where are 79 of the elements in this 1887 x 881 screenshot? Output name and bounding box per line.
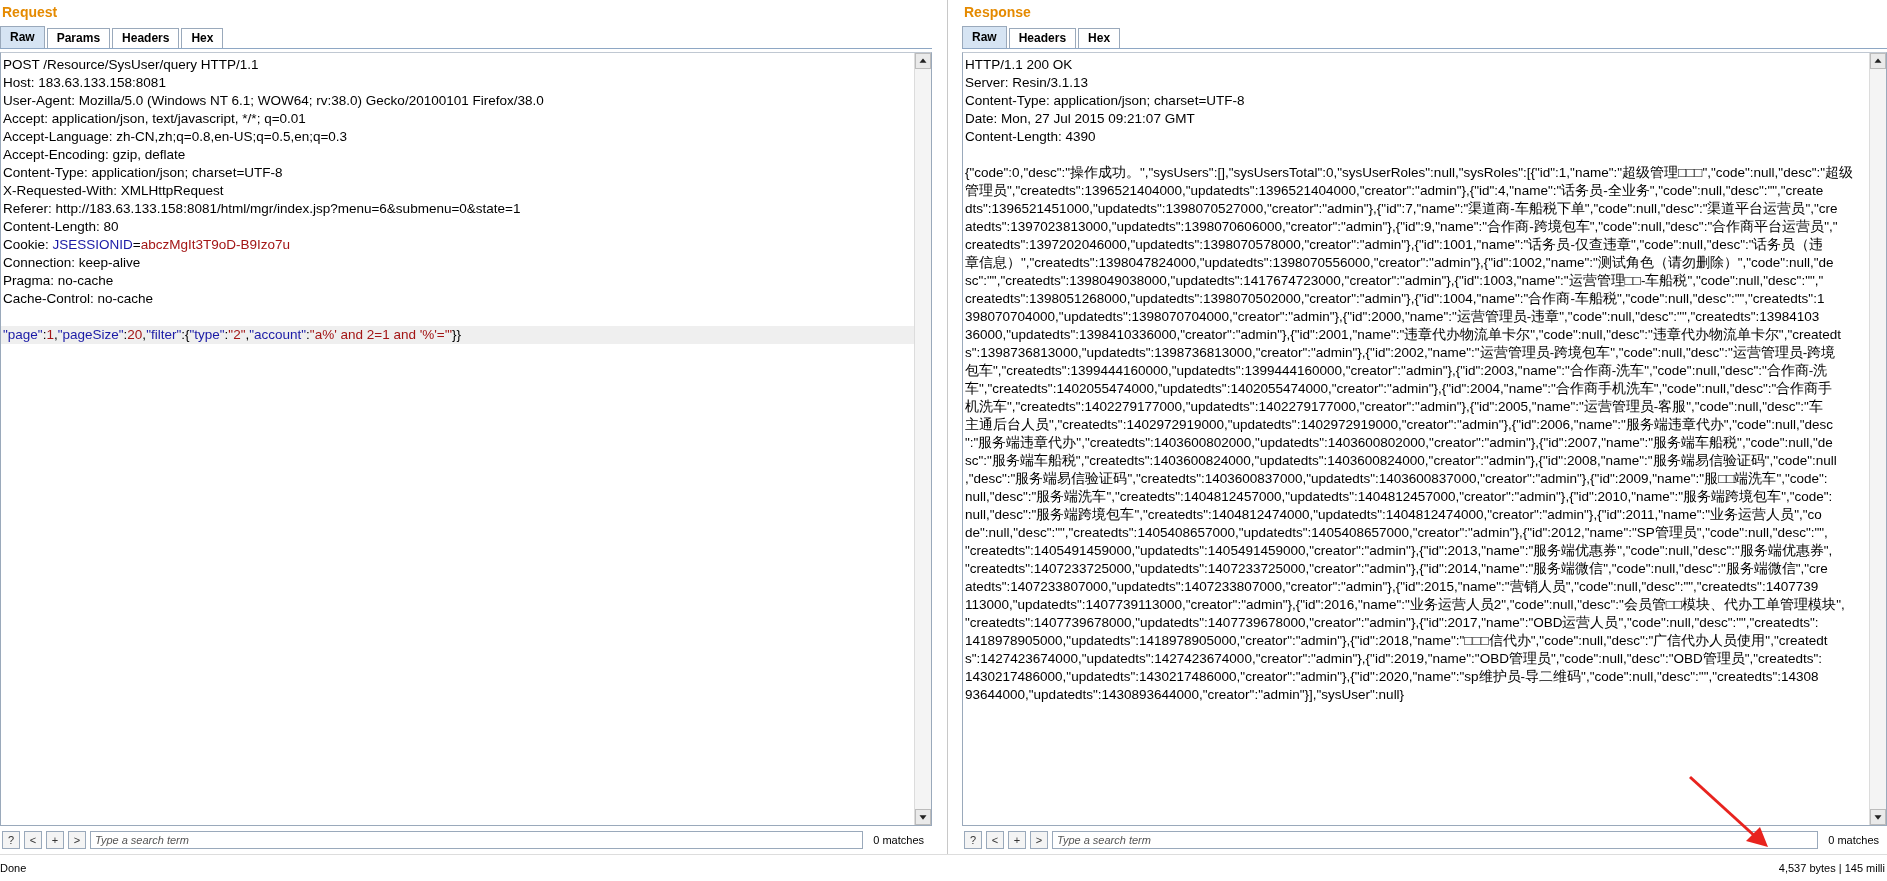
search-nav-button[interactable]: > — [68, 831, 86, 849]
code-line: 36000,"updatedts":1398410336000,"creator":"admin"},{"id":2001,"name":"违章代办物流单卡尔","code":null,"desc":"违章代办物流单卡尔","createdt — [964, 326, 1842, 344]
search-field[interactable]: Type a search term — [1052, 831, 1819, 849]
text-editor[interactable] — [962, 52, 1887, 826]
code-line: 主通后台人员","createdts":1402972919000,"updatedts":1402972919000,"creator":"admin"},{"id":2006,"name":"服务端违章代办","code":null,"desc — [964, 416, 1834, 434]
search-nav-button[interactable]: ? — [964, 831, 982, 849]
match-count: 0 matches — [872, 834, 925, 846]
code-line: Date: Mon, 27 Jul 2015 09:21:07 GMT — [964, 110, 1196, 128]
code-line: X-Requested-With: XMLHttpRequest — [2, 182, 225, 200]
code-line: s":1398736813000,"updatedts":1398736813000,"creator":"admin"},{"id":2002,"name":"运营管理员-跨境包车","code":null,"desc":"运营管理员-跨境 — [964, 344, 1837, 362]
status-text: 4,537 bytes | 145 milli — [1778, 862, 1885, 874]
code-line: Content-Length: 4390 — [964, 128, 1097, 146]
code-line: Referer: http://183.63.133.158:8081/html/mgr/index.jsp?menu=6&submenu=0&state=1 — [2, 200, 522, 218]
search-nav-button[interactable]: < — [986, 831, 1004, 849]
scroll-up-icon[interactable] — [915, 53, 931, 69]
scrollbar[interactable] — [914, 53, 931, 825]
code-line: atedts":1397023813000,"updatedts":1398070606000,"creator":"admin"},{"id":9,"name":"合作商-跨境包车","code":null,"desc":"合作商平台运营员"," — [964, 218, 1839, 236]
code-line: Accept-Encoding: gzip, deflate — [2, 146, 187, 164]
code-line: Cache-Control: no-cache — [2, 290, 155, 308]
code-line: "createdts":1405491459000,"updatedts":1405491459000,"creator":"admin"},{"id":2013,"name":"服务端优惠券","code":null,"desc":"服务端优惠券", — [964, 542, 1834, 560]
code-line: Accept: application/json, text/javascript, */*; q=0.01 — [2, 110, 307, 128]
tab[interactable]: Headers — [112, 28, 180, 48]
code-line: "createdts":1407233725000,"updatedts":1407233725000,"creator":"admin"},{"id":2014,"name":"服务端微信","code":null,"desc":"服务端微信","cre — [964, 560, 1829, 578]
search-nav-button[interactable]: + — [46, 831, 64, 849]
code-line: sc":"","createdts":1398049038000,"updatedts":1417674723000,"creator":"admin"},{"id":1003,"name":"运营管理□□-车船税","code":null,"desc":""," — [964, 272, 1825, 290]
code-line: {"code":0,"desc":"操作成功。","sysUsers":[],"sysUsersTotal":0,"sysUserRoles":null,"sysRoles":[{"id":1,"name":"超级管理□□□","code":null,"desc":"超级 — [964, 164, 1855, 182]
code-line: Pragma: no-cache — [2, 272, 115, 290]
tab[interactable]: Params — [46, 28, 111, 48]
code-line: 章信息）","createdts":1398047824000,"updatedts":1398070556000,"creator":"admin"},{"id":1002,"name":"测试角色（请勿删除）","code":null,"de — [964, 254, 1835, 272]
scroll-up-icon[interactable] — [1870, 53, 1886, 69]
code-line: ":"服务端违章代办","createdts":1403600802000,"updatedts":1403600802000,"creator":"admin"},{"id":2007,"name":"服务端车船税","code":null,"de — [964, 434, 1834, 452]
code-line: Content-Length: 80 — [2, 218, 120, 236]
search-nav-button[interactable]: ? — [2, 831, 20, 849]
code-line: atedts":1407233807000,"updatedts":1407233807000,"creator":"admin"},{"id":2015,"name":"营销人员","code":null,"desc":"","createdts":1407739 — [964, 578, 1820, 596]
code-line: "createdts":1407739678000,"updatedts":1407739678000,"creator":"admin"},{"id":2017,"name":"OBD运营人员","code":null,"desc":"","createdts": — [964, 614, 1820, 632]
scroll-down-icon[interactable] — [1870, 809, 1886, 825]
code-line: createdts":1398051268000,"updatedts":1398070502000,"creator":"admin"},{"id":1004,"name":"合作商-车船税","code":null,"desc":"","createdts":1 — [964, 290, 1826, 308]
tab[interactable]: Raw — [962, 26, 1007, 48]
code-line: POST /Resource/SysUser/query HTTP/1.1 — [2, 56, 260, 74]
tab[interactable]: Raw — [0, 26, 45, 48]
code-line: sc":"服务端车船税","createdts":1403600824000,"updatedts":1403600824000,"creator":"admin"},{"id":2008,"name":"服务端易信验证码","code":null — [964, 452, 1838, 470]
tab[interactable]: Headers — [1008, 28, 1077, 48]
search-field[interactable]: Type a search term — [90, 831, 864, 849]
code-line: s":1427423674000,"updatedts":1427423674000,"creator":"admin"},{"id":2019,"name":"OBD管理员","code":null,"desc":"OBD管理员","createdts": — [964, 650, 1824, 668]
code-line: 包车","createdts":1399444160000,"updatedts":1399444160000,"creator":"admin"},{"id":2003,"name":"合作商-洗车","code":null,"desc":"合作商-洗 — [964, 362, 1829, 380]
code-line: 1430217486000,"updatedts":1430217486000,"creator":"admin"},{"id":2020,"name":"sp维护员-导二维码","code":null,"desc":"","createdts":14308 — [964, 668, 1820, 686]
panel-title: Request — [1, 3, 59, 22]
match-count: 0 matches — [1827, 834, 1880, 846]
code-line: Server: Resin/3.1.13 — [964, 74, 1090, 92]
tab[interactable]: Hex — [181, 28, 224, 48]
code-line: User-Agent: Mozilla/5.0 (Windows NT 6.1; WOW64; rv:38.0) Gecko/20100101 Firefox/38.0 — [2, 92, 545, 110]
code-line: Connection: keep-alive — [2, 254, 142, 272]
panel-title: Response — [963, 3, 1032, 22]
code-line: 车","createdts":1402055474000,"updatedts":1402055474000,"creator":"admin"},{"id":2004,"name":"合作商手机洗车","code":null,"desc":"合作商手 — [964, 380, 1834, 398]
code-line: Accept-Language: zh-CN,zh;q=0.8,en-US;q=0.5,en;q=0.3 — [2, 128, 349, 146]
code-line: dts":1396521451000,"updatedts":1398070527000,"creator":"admin"},{"id":7,"name":"渠道商-车船税下单","code":null,"desc":"渠道平台运营员","cre — [964, 200, 1839, 218]
code-line: Cookie: JSESSIONID=abczMgIt3T9oD-B9Izo7u — [2, 236, 292, 254]
search-nav-button[interactable]: + — [1008, 831, 1026, 849]
code-line: createdts":1397202046000,"updatedts":1398070578000,"creator":"admin"},{"id":1001,"name":"话务员-仅查违章","code":null,"desc":"话务员（违 — [964, 236, 1825, 254]
code-line: ,"desc":"服务端易信验证码","createdts":1403600837000,"updatedts":1403600837000,"creator":"admin"},{"id":2009,"name":"服□□端洗车","code": — [964, 470, 1829, 488]
code-line: null,"desc":"服务端洗车","createdts":1404812457000,"updatedts":1404812457000,"creator":"admin"},{"id":2010,"name":"服务端跨境包车","code": — [964, 488, 1834, 506]
search-nav-button[interactable]: > — [1030, 831, 1048, 849]
code-line: Host: 183.63.133.158:8081 — [2, 74, 167, 92]
code-line: 398070704000,"updatedts":1398070704000,"creator":"admin"},{"id":2000,"name":"运营管理员-违章","code":null,"desc":"","createdts":13984103 — [964, 308, 1821, 326]
code-line: 1418978905000,"updatedts":1418978905000,"creator":"admin"},{"id":2018,"name":"□□□信代办","code":null,"desc":"广信代办人员使用","createdt — [964, 632, 1829, 650]
code-line: 93644000,"updatedts":1430893644000,"creator":"admin"}],"sysUser":null} — [964, 686, 1406, 704]
scroll-down-icon[interactable] — [915, 809, 931, 825]
code-line: Content-Type: application/json; charset=UTF-8 — [964, 92, 1246, 110]
scrollbar[interactable] — [1869, 53, 1886, 825]
search-nav-button[interactable]: < — [24, 831, 42, 849]
code-line: de":null,"desc":"","createdts":1405408657000,"updatedts":1405408657000,"creator":"admin"},{"id":2012,"name":"SP管理员","code":null,"desc":"", — [964, 524, 1829, 542]
status-text: Done — [0, 862, 27, 874]
code-line: HTTP/1.1 200 OK — [964, 56, 1074, 74]
tab[interactable]: Hex — [1078, 28, 1121, 48]
code-line: 113000,"updatedts":1407739113000,"creator":"admin"},{"id":2016,"name":"业务运营人员2","code":null,"desc":"会员管□□模块、代办工单管理模块", — [964, 596, 1846, 614]
code-line: 管理员","createdts":1396521404000,"updatedts":1396521404000,"creator":"admin"},{"id":4,"name":"话务员-全业务","code":null,"desc":"","create — [964, 182, 1825, 200]
code-line: null,"desc":"服务端跨境包车","createdts":1404812474000,"updatedts":1404812474000,"creator":"admin"},{"id":2011,"name":"业务运营人员","co — [964, 506, 1823, 524]
code-line: 机洗车","createdts":1402279177000,"updatedts":1402279177000,"creator":"admin"},{"id":2005,"name":"运营管理员-客服","code":null,"desc":"车 — [964, 398, 1824, 416]
code-line: Content-Type: application/json; charset=UTF-8 — [2, 164, 284, 182]
